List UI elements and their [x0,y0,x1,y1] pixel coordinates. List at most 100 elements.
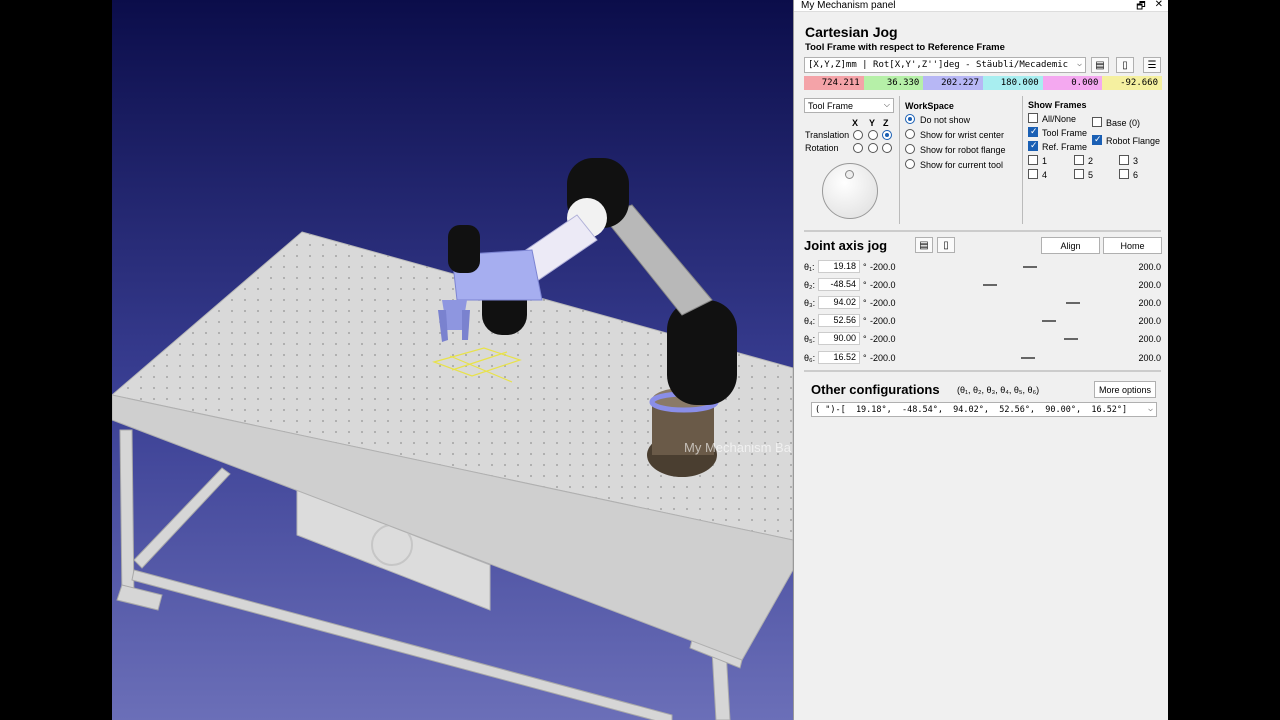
axis-y-label: Y [869,118,876,128]
translation-z-radio[interactable] [882,130,892,140]
frame-label-4: 4 [1042,170,1048,180]
home-button[interactable]: Home [1103,237,1162,254]
frame-label-1: 1 [1042,156,1048,166]
theta-list: (θ₁, θ₂, θ₃, θ₄, θ₅, θ₆) [957,385,1040,395]
close-icon[interactable]: ✕ [1155,0,1163,16]
divider [899,96,900,224]
frame-check-1[interactable] [1028,155,1038,165]
coord-y[interactable]: 36.330 [863,76,924,90]
scene-render [112,0,793,720]
coord-z[interactable]: 202.227 [923,76,984,90]
joint-slider[interactable] [902,302,1135,304]
joint-slider[interactable] [902,357,1135,359]
joint-slider-handle[interactable] [1063,338,1078,340]
frame-select[interactable]: Tool Frame ⌵ [804,98,894,113]
frame-check-tool[interactable] [1028,126,1038,137]
copy-icon[interactable]: ▤ [1091,57,1109,73]
joint-slider[interactable] [902,266,1135,268]
other-config-heading: Other configurations [811,382,940,397]
coord-x[interactable]: 724.211 [804,76,864,90]
workspace-radio-3[interactable] [905,159,915,169]
joint-label: θ₁: [804,262,815,272]
joint-value-input[interactable]: 90.00 [818,332,860,345]
joint-value-input[interactable]: 19.18 [818,260,860,273]
joint-slider[interactable] [902,320,1135,322]
translation-x-radio[interactable] [853,130,863,140]
frame-check-5[interactable] [1074,169,1084,179]
format-select-value: [X,Y,Z]mm | Rot[X,Y',Z'']deg - Stäubli/M… [808,60,1069,70]
joint-label: θ₆: [804,353,816,363]
cartesian-values: 724.211 36.330 202.227 180.000 0.000 -92… [804,76,1163,90]
rotation-z-radio[interactable] [882,143,892,153]
divider [1022,96,1023,224]
joint-slider-handle[interactable] [983,284,998,286]
workspace-option-0: Do not show [920,115,971,125]
coord-ry[interactable]: 0.000 [1042,76,1103,90]
frame-check-6[interactable] [1119,169,1129,179]
paste-icon[interactable]: ▯ [937,237,955,253]
frame-label-3: 3 [1133,156,1139,166]
joint-slider-handle[interactable] [1042,320,1057,322]
workspace-radio-0[interactable] [905,114,915,124]
joint-min: -200.0 [870,262,896,272]
workspace-radio-2[interactable] [905,144,915,154]
chevron-down-icon: ⌵ [1148,404,1153,413]
joint-min: -200.0 [870,316,896,326]
show-frames-heading: Show Frames [1028,100,1087,110]
joint-slider[interactable] [902,284,1135,286]
frame-check-all[interactable] [1028,113,1038,123]
coord-rx[interactable]: 180.000 [983,76,1043,90]
rotation-x-radio[interactable] [853,143,863,153]
rotation-y-radio[interactable] [868,143,878,153]
restore-icon[interactable]: 🗗 [1136,0,1145,16]
frame-check-base[interactable] [1092,117,1102,127]
align-button[interactable]: Align [1041,237,1100,254]
joint-slider[interactable] [902,338,1135,340]
translation-label: Translation [805,130,850,140]
workspace-option-1: Show for wrist center [920,130,1005,140]
section-divider [804,230,1161,232]
format-select[interactable]: [X,Y,Z]mm | Rot[X,Y',Z'']deg - Stäubli/M… [804,57,1086,73]
frame-check-2[interactable] [1074,155,1084,165]
joint-unit: ° [863,334,867,344]
joint-unit: ° [863,316,867,326]
joint-unit: ° [863,353,867,363]
panel-titlebar: My Mechanism panel 🗗 ✕ [794,0,1168,12]
jog-knob[interactable] [822,163,878,219]
copy-icon[interactable]: ▤ [915,237,933,253]
joint-value-input[interactable]: 16.52 [818,351,860,364]
frame-check-ref[interactable] [1028,140,1038,151]
joint-label: θ₃: [804,298,816,308]
joint-slider-handle[interactable] [1021,357,1036,359]
translation-y-radio[interactable] [868,130,878,140]
workspace-option-3: Show for current tool [920,160,1004,170]
frame-check-3[interactable] [1119,155,1129,165]
frame-label-all: All/None [1042,114,1077,124]
frame-check-flange[interactable] [1092,134,1102,145]
3d-viewport[interactable]: My Mechanism Ba [112,0,793,720]
frame-check-4[interactable] [1028,169,1038,179]
joint-min: -200.0 [870,334,896,344]
config-select[interactable]: ( ")-[ 19.18°, -48.54°, 94.02°, 52.56°, … [811,402,1157,417]
workspace-option-2: Show for robot flange [920,145,1006,155]
cartesian-subheading: Tool Frame with respect to Reference Fra… [805,42,1005,53]
joint-value-input[interactable]: 94.02 [818,296,860,309]
more-options-button[interactable]: More options [1094,381,1156,398]
joint-slider-handle[interactable] [1066,302,1081,304]
frame-label-ref: Ref. Frame [1042,142,1088,152]
joint-slider-handle[interactable] [1022,266,1037,268]
paste-icon[interactable]: ▯ [1116,57,1134,73]
mechanism-panel: My Mechanism panel 🗗 ✕ Cartesian Jog Too… [793,0,1168,720]
chevron-down-icon: ⌵ [883,100,890,109]
chevron-down-icon: ⌵ [1077,59,1082,68]
joint-max: 200.0 [1138,298,1161,308]
joint-unit: ° [863,262,867,272]
coord-rz[interactable]: -92.660 [1102,76,1163,90]
joint-row: θ₆: 16.52 ° -200.0 200.0 [804,350,1164,366]
joint-max: 200.0 [1138,262,1161,272]
menu-icon[interactable]: ☰ [1143,57,1161,73]
joint-max: 200.0 [1138,334,1161,344]
workspace-radio-1[interactable] [905,129,915,139]
joint-value-input[interactable]: 52.56 [818,314,860,327]
joint-value-input[interactable]: -48.54 [818,278,860,291]
